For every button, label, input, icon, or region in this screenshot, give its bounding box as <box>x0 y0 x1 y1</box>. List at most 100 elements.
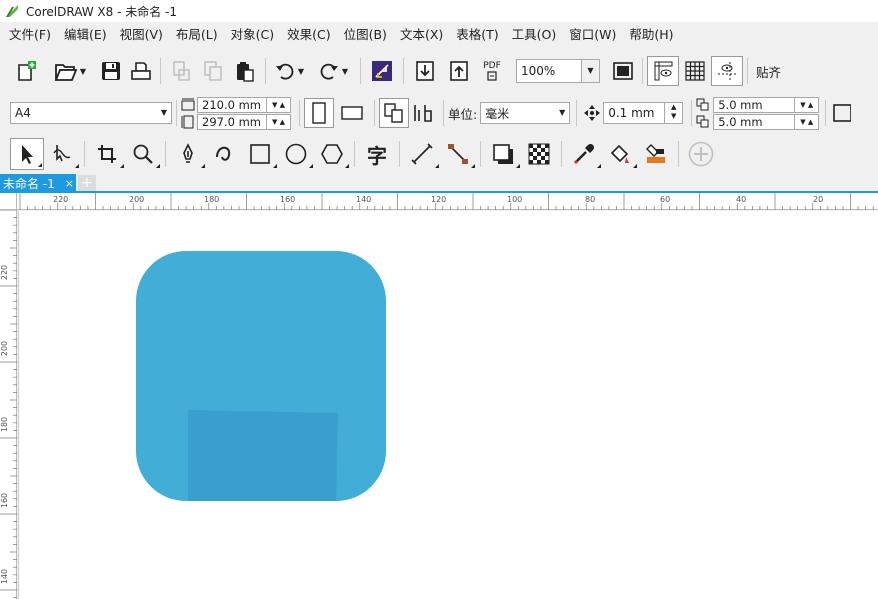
menu-object[interactable]: 对象(C) <box>226 22 282 48</box>
page-height-value: 297.0 mm <box>202 114 261 129</box>
undo-dropdown-icon[interactable]: ▼ <box>298 67 304 76</box>
print-icon <box>131 62 151 80</box>
close-tab-icon[interactable]: × <box>65 177 74 190</box>
page-size-select[interactable]: A4 ▼ <box>10 102 172 124</box>
color-eyedropper-tool[interactable] <box>566 138 602 170</box>
current-page-button[interactable] <box>409 97 439 129</box>
menu-layout[interactable]: 布局(L) <box>171 22 226 48</box>
duplicate-y-field[interactable]: 5.0 mm ▼ ▲ <box>713 113 820 130</box>
menu-effects[interactable]: 效果(C) <box>282 22 338 48</box>
zoom-level-select[interactable]: 100% ▼ <box>516 59 600 83</box>
menu-tools[interactable]: 工具(O) <box>507 22 565 48</box>
menu-window[interactable]: 窗口(W) <box>564 22 624 48</box>
duplicate-x-field[interactable]: 5.0 mm ▼ ▲ <box>713 96 820 113</box>
menu-edit[interactable]: 编辑(E) <box>59 22 115 48</box>
paste-button[interactable] <box>229 55 261 87</box>
dimension-line-icon <box>411 143 433 165</box>
drop-shadow-tool[interactable] <box>485 138 521 170</box>
export-button[interactable] <box>442 55 476 87</box>
save-button[interactable] <box>96 55 126 87</box>
portrait-button[interactable] <box>304 98 334 128</box>
polygon-tool[interactable] <box>314 138 350 170</box>
page-width-field[interactable]: 210.0 mm ▼ ▲ <box>197 96 291 113</box>
dimension-tool[interactable] <box>404 138 440 170</box>
redo-dropdown-icon[interactable]: ▼ <box>342 67 348 76</box>
landscape-button[interactable] <box>334 97 370 129</box>
toolbar-separator <box>165 141 166 167</box>
menu-bitmaps[interactable]: 位图(B) <box>339 22 395 48</box>
snap-to-button[interactable]: 贴齐 <box>752 62 781 81</box>
cut-button[interactable] <box>165 55 197 87</box>
artistic-media-tool[interactable] <box>206 138 242 170</box>
units-select[interactable]: 毫米 ▼ <box>480 102 571 124</box>
document-tab[interactable]: 未命名 -1 × <box>0 174 76 193</box>
pick-tool[interactable] <box>10 138 44 170</box>
import-button[interactable] <box>408 55 442 87</box>
toolbar-separator <box>825 100 827 126</box>
show-grid-button[interactable] <box>679 55 711 87</box>
undo-button[interactable]: ▼ <box>270 55 308 87</box>
nudge-spinner[interactable]: ▲ ▼ <box>664 103 682 123</box>
duplicate-y-spinner[interactable]: ▼ ▲ <box>794 114 818 129</box>
page-height-spinner[interactable]: ▼ ▲ <box>266 114 290 129</box>
toolbar-separator <box>561 141 562 167</box>
freehand-tool[interactable] <box>170 138 206 170</box>
smart-fill-tool[interactable] <box>638 138 674 170</box>
menu-help[interactable]: 帮助(H) <box>624 22 681 48</box>
vertical-ruler[interactable]: 220 200 180 160 140 <box>0 210 17 599</box>
show-guidelines-button[interactable] <box>711 56 743 86</box>
flyout-indicator <box>471 164 475 168</box>
transparency-tool[interactable] <box>521 138 557 170</box>
cut-icon <box>173 61 190 81</box>
redo-button[interactable]: ▼ <box>314 55 352 87</box>
text-tool-glyph: 字 <box>367 143 387 168</box>
rectangle-tool[interactable] <box>242 138 278 170</box>
nudge-distance-field[interactable]: 0.1 mm ▲ ▼ <box>603 102 684 124</box>
menu-table[interactable]: 表格(T) <box>451 22 506 48</box>
full-screen-preview-button[interactable] <box>608 55 638 87</box>
h-ruler-label: 160 <box>280 195 296 204</box>
page-width-icon <box>181 98 195 110</box>
publish-pdf-button[interactable]: PDF <box>476 55 508 87</box>
ellipse-tool[interactable] <box>278 138 314 170</box>
zoom-level-value: 100% <box>521 64 556 78</box>
grid-icon <box>685 61 705 81</box>
page-width-spinner[interactable]: ▼ ▲ <box>266 97 290 112</box>
page-border-button[interactable] <box>830 97 852 129</box>
open-dropdown-icon[interactable]: ▼ <box>80 67 86 76</box>
quick-customize-button[interactable] <box>683 138 719 170</box>
inner-quad-shape[interactable] <box>188 410 338 503</box>
duplicate-y-icon <box>696 115 709 127</box>
open-button[interactable]: ▼ <box>50 55 90 87</box>
new-document-button[interactable] <box>12 55 40 87</box>
new-tab-button[interactable]: + <box>78 175 96 191</box>
menu-file[interactable]: 文件(F) <box>4 22 59 48</box>
connector-tool[interactable] <box>440 138 476 170</box>
print-button[interactable] <box>126 55 156 87</box>
toolbar-separator <box>84 141 85 167</box>
units-dropdown-icon[interactable]: ▼ <box>559 103 565 123</box>
zoom-tool[interactable] <box>125 138 161 170</box>
all-pages-button[interactable] <box>379 98 409 128</box>
interactive-fill-tool[interactable] <box>602 138 638 170</box>
text-tool[interactable]: 字 <box>359 138 395 170</box>
horizontal-ruler[interactable]: 220 200 180 160 140 120 100 80 60 40 20 <box>17 193 878 210</box>
units-label: 单位: <box>448 106 478 122</box>
copy-button[interactable] <box>197 55 229 87</box>
drawing-canvas[interactable] <box>18 211 878 599</box>
toolbar-separator <box>354 141 355 167</box>
menu-view[interactable]: 视图(V) <box>115 22 171 48</box>
duplicate-x-spinner[interactable]: ▼ ▲ <box>794 97 818 112</box>
ruler-origin[interactable] <box>0 193 17 210</box>
artistic-curve-icon <box>216 146 231 161</box>
search-content-button[interactable] <box>365 55 399 87</box>
transparency-checker-icon <box>528 143 550 165</box>
shape-tool[interactable] <box>44 138 80 170</box>
zoom-dropdown-icon[interactable]: ▼ <box>581 60 599 82</box>
crop-tool[interactable] <box>89 138 125 170</box>
show-rulers-button[interactable] <box>647 56 679 86</box>
menu-text[interactable]: 文本(X) <box>395 22 451 48</box>
page-height-field[interactable]: 297.0 mm ▼ ▲ <box>197 113 291 130</box>
flyout-indicator <box>435 164 439 168</box>
page-size-dropdown-icon[interactable]: ▼ <box>161 103 167 123</box>
